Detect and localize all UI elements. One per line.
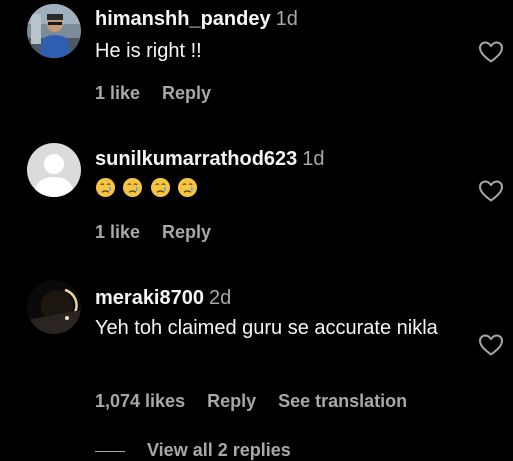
comment-actions: 1,074 likes Reply See translation <box>95 390 429 412</box>
comment-text: Yeh toh claimed guru se accurate nikla <box>95 317 438 339</box>
reply-button[interactable]: Reply <box>162 222 211 242</box>
crying-face-emoji-icon <box>95 177 116 198</box>
username[interactable]: meraki8700 <box>95 287 204 309</box>
default-avatar-icon <box>27 143 81 197</box>
comment-header: himanshh_pandey 1d <box>95 7 298 31</box>
comment-actions: 1 like Reply <box>95 82 233 104</box>
avatar[interactable] <box>27 143 81 197</box>
username[interactable]: sunilkumarrathod623 <box>95 148 297 170</box>
timestamp: 1d <box>302 148 325 170</box>
view-replies-line <box>95 450 125 452</box>
likes-count[interactable]: 1 like <box>95 83 140 103</box>
view-replies-label: View all 2 replies <box>147 440 291 460</box>
comment-emoji-text <box>95 177 200 199</box>
reply-button[interactable]: Reply <box>162 83 211 103</box>
likes-count[interactable]: 1 like <box>95 222 140 242</box>
comment-header: sunilkumarrathod623 1d <box>95 147 325 171</box>
eclipse-avatar-photo <box>27 280 81 334</box>
crying-face-emoji-icon <box>178 177 198 198</box>
heart-icon[interactable] <box>478 333 504 357</box>
avatar[interactable] <box>27 280 81 334</box>
reply-button[interactable]: Reply <box>207 391 256 411</box>
heart-icon[interactable] <box>478 179 504 203</box>
crying-face-emoji-icon <box>123 177 143 198</box>
timestamp: 1d <box>275 8 298 30</box>
avatar-photo <box>27 4 81 58</box>
timestamp: 2d <box>208 287 232 309</box>
see-translation-button[interactable]: See translation <box>278 391 407 411</box>
likes-count[interactable]: 1,074 likes <box>95 391 185 411</box>
view-replies-button[interactable]: View all 2 replies <box>95 440 291 461</box>
heart-icon[interactable] <box>478 40 504 64</box>
comment-actions: 1 like Reply <box>95 221 233 243</box>
username[interactable]: himanshh_pandey <box>95 8 271 30</box>
comment-text: He is right !! <box>95 40 202 62</box>
avatar[interactable] <box>27 4 81 58</box>
crying-face-emoji-icon <box>150 177 170 198</box>
comment-item: himanshh_pandey 1d He is right !! 1 like R… <box>0 0 513 125</box>
comment-header: meraki8700 2d <box>95 286 231 310</box>
